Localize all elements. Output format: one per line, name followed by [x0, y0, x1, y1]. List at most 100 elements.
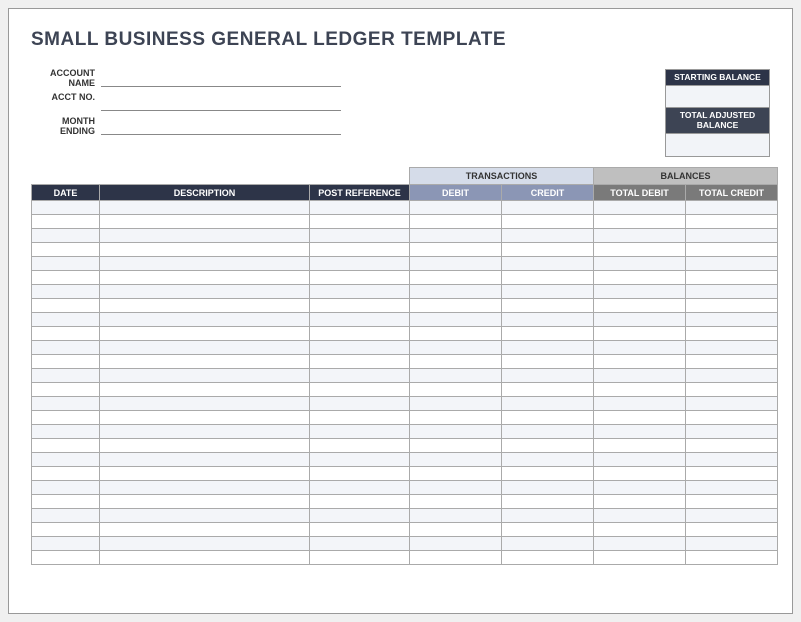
cell-credit[interactable]: [502, 509, 594, 523]
cell-total_credit[interactable]: [686, 257, 778, 271]
cell-date[interactable]: [32, 439, 100, 453]
cell-credit[interactable]: [502, 495, 594, 509]
cell-date[interactable]: [32, 481, 100, 495]
cell-description[interactable]: [100, 411, 310, 425]
cell-total_debit[interactable]: [594, 397, 686, 411]
cell-date[interactable]: [32, 383, 100, 397]
cell-total_credit[interactable]: [686, 551, 778, 565]
cell-date[interactable]: [32, 285, 100, 299]
cell-date[interactable]: [32, 355, 100, 369]
cell-debit[interactable]: [410, 243, 502, 257]
cell-total_debit[interactable]: [594, 425, 686, 439]
cell-date[interactable]: [32, 243, 100, 257]
cell-description[interactable]: [100, 537, 310, 551]
cell-total_credit[interactable]: [686, 453, 778, 467]
cell-post_reference[interactable]: [310, 201, 410, 215]
cell-credit[interactable]: [502, 397, 594, 411]
cell-post_reference[interactable]: [310, 243, 410, 257]
cell-debit[interactable]: [410, 425, 502, 439]
cell-post_reference[interactable]: [310, 313, 410, 327]
cell-description[interactable]: [100, 201, 310, 215]
cell-description[interactable]: [100, 341, 310, 355]
cell-post_reference[interactable]: [310, 271, 410, 285]
cell-debit[interactable]: [410, 355, 502, 369]
cell-debit[interactable]: [410, 215, 502, 229]
cell-total_debit[interactable]: [594, 299, 686, 313]
cell-total_credit[interactable]: [686, 467, 778, 481]
cell-total_debit[interactable]: [594, 523, 686, 537]
cell-credit[interactable]: [502, 439, 594, 453]
cell-credit[interactable]: [502, 271, 594, 285]
starting-balance-value[interactable]: [666, 86, 769, 108]
cell-total_debit[interactable]: [594, 439, 686, 453]
cell-post_reference[interactable]: [310, 341, 410, 355]
cell-post_reference[interactable]: [310, 299, 410, 313]
cell-debit[interactable]: [410, 551, 502, 565]
cell-post_reference[interactable]: [310, 411, 410, 425]
cell-credit[interactable]: [502, 299, 594, 313]
cell-post_reference[interactable]: [310, 537, 410, 551]
cell-total_credit[interactable]: [686, 355, 778, 369]
cell-debit[interactable]: [410, 411, 502, 425]
cell-description[interactable]: [100, 327, 310, 341]
cell-post_reference[interactable]: [310, 327, 410, 341]
cell-credit[interactable]: [502, 411, 594, 425]
cell-description[interactable]: [100, 467, 310, 481]
cell-total_debit[interactable]: [594, 411, 686, 425]
cell-total_credit[interactable]: [686, 411, 778, 425]
cell-debit[interactable]: [410, 453, 502, 467]
cell-date[interactable]: [32, 271, 100, 285]
cell-date[interactable]: [32, 229, 100, 243]
cell-debit[interactable]: [410, 509, 502, 523]
cell-description[interactable]: [100, 481, 310, 495]
cell-post_reference[interactable]: [310, 355, 410, 369]
cell-post_reference[interactable]: [310, 495, 410, 509]
cell-credit[interactable]: [502, 229, 594, 243]
cell-credit[interactable]: [502, 355, 594, 369]
cell-debit[interactable]: [410, 523, 502, 537]
cell-post_reference[interactable]: [310, 523, 410, 537]
cell-date[interactable]: [32, 551, 100, 565]
cell-debit[interactable]: [410, 271, 502, 285]
cell-description[interactable]: [100, 425, 310, 439]
cell-date[interactable]: [32, 467, 100, 481]
cell-credit[interactable]: [502, 467, 594, 481]
cell-total_debit[interactable]: [594, 341, 686, 355]
cell-description[interactable]: [100, 495, 310, 509]
cell-credit[interactable]: [502, 201, 594, 215]
cell-total_credit[interactable]: [686, 369, 778, 383]
cell-post_reference[interactable]: [310, 439, 410, 453]
cell-total_debit[interactable]: [594, 229, 686, 243]
cell-date[interactable]: [32, 215, 100, 229]
cell-total_credit[interactable]: [686, 229, 778, 243]
cell-post_reference[interactable]: [310, 215, 410, 229]
cell-date[interactable]: [32, 369, 100, 383]
cell-total_credit[interactable]: [686, 215, 778, 229]
cell-total_credit[interactable]: [686, 341, 778, 355]
cell-total_debit[interactable]: [594, 551, 686, 565]
cell-total_debit[interactable]: [594, 201, 686, 215]
cell-description[interactable]: [100, 453, 310, 467]
cell-credit[interactable]: [502, 481, 594, 495]
cell-total_credit[interactable]: [686, 425, 778, 439]
cell-total_credit[interactable]: [686, 243, 778, 257]
cell-description[interactable]: [100, 369, 310, 383]
total-adjusted-balance-value[interactable]: [666, 134, 769, 156]
cell-debit[interactable]: [410, 313, 502, 327]
cell-credit[interactable]: [502, 243, 594, 257]
cell-debit[interactable]: [410, 201, 502, 215]
cell-date[interactable]: [32, 327, 100, 341]
cell-total_debit[interactable]: [594, 285, 686, 299]
cell-post_reference[interactable]: [310, 369, 410, 383]
cell-total_debit[interactable]: [594, 313, 686, 327]
cell-total_credit[interactable]: [686, 313, 778, 327]
cell-debit[interactable]: [410, 495, 502, 509]
cell-post_reference[interactable]: [310, 453, 410, 467]
cell-total_credit[interactable]: [686, 481, 778, 495]
cell-date[interactable]: [32, 495, 100, 509]
cell-total_debit[interactable]: [594, 537, 686, 551]
cell-credit[interactable]: [502, 537, 594, 551]
cell-post_reference[interactable]: [310, 229, 410, 243]
cell-credit[interactable]: [502, 425, 594, 439]
cell-description[interactable]: [100, 509, 310, 523]
